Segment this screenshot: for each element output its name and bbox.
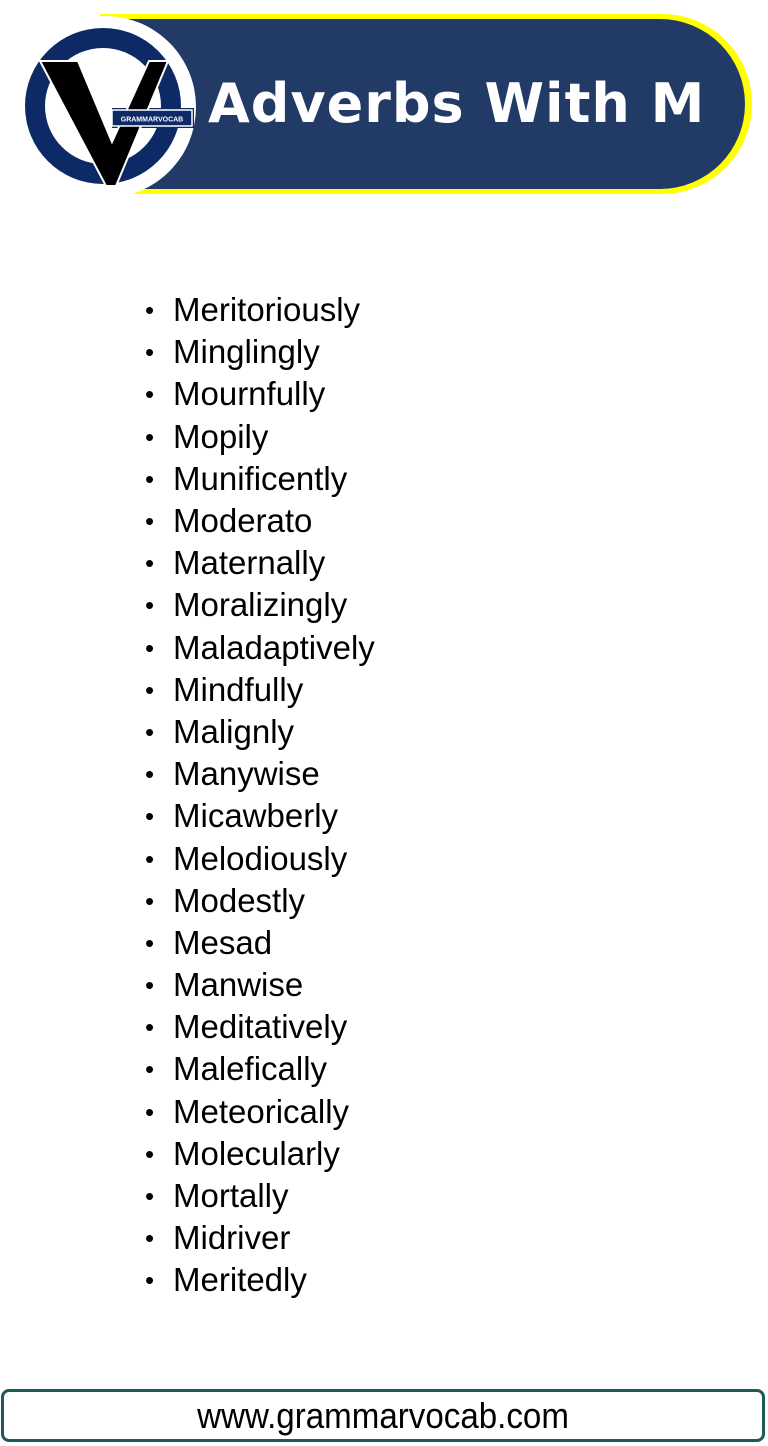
bullet-icon: • [145,927,155,958]
list-item-text: Maternally [173,544,326,582]
list-item-text: Meritoriously [173,291,361,329]
list-item-text: Mournfully [173,375,326,413]
bullet-icon: • [145,1265,155,1296]
website-url[interactable]: www.grammarvocab.com [197,1393,569,1439]
bullet-icon: • [145,674,155,705]
list-item-text: Moralizingly [173,586,348,624]
bullet-icon: • [145,1181,155,1212]
list-item: • Meritoriously [142,289,375,331]
list-item-text: Malefically [173,1050,328,1088]
list-item: • Moderato [142,500,375,542]
list-item-text: Melodiously [173,839,348,877]
bullet-icon: • [145,548,155,579]
list-item: • Maladaptively [142,627,375,669]
list-item: • Mournfully [142,373,375,415]
bullet-icon: • [145,759,155,790]
list-item: • Munificently [142,458,375,500]
bullet-icon: • [145,843,155,874]
page-title: Adverbs With M [208,72,706,135]
bullet-icon: • [145,1054,155,1085]
list-item-text: Meritedly [173,1261,307,1299]
list-item: • Meritedly [142,1259,375,1301]
list-item-text: Meteorically [173,1092,350,1130]
list-item-text: Mindfully [173,670,304,708]
list-item: • Malignly [142,711,375,753]
list-item-text: Manwise [173,966,304,1004]
list-item: • Mortally [142,1175,375,1217]
list-item-text: Minglingly [173,333,320,371]
list-item-text: Molecularly [173,1134,340,1172]
list-item-text: Midriver [173,1219,291,1257]
bullet-icon: • [145,1223,155,1254]
list-item-text: Micawberly [173,797,339,835]
list-item-text: Manywise [173,755,320,793]
bullet-icon: • [145,506,155,537]
list-item-text: Mesad [173,923,273,961]
list-item: • Mopily [142,416,375,458]
bullet-icon: • [145,421,155,452]
logo-text: GRAMMARVOCAB [121,117,183,124]
list-item-text: Mopily [173,417,269,455]
list-item: • Meteorically [142,1091,375,1133]
list-item-text: Munificently [173,459,348,497]
list-item: • Moralizingly [142,584,375,626]
grammarvocab-logo-icon: GRAMMARVOCAB [14,16,196,198]
list-item: • Midriver [142,1217,375,1259]
bullet-icon: • [145,379,155,410]
footer-url-box: www.grammarvocab.com [1,1389,765,1442]
bullet-icon: • [145,337,155,368]
list-item: • Mesad [142,922,375,964]
list-item-text: Mortally [173,1177,289,1215]
bullet-icon: • [145,801,155,832]
bullet-icon: • [145,1012,155,1043]
adverb-list: • Meritoriously • Minglingly • Mournfully • Mop… [142,289,375,1302]
list-item: • Manywise [142,753,375,795]
bullet-icon: • [145,885,155,916]
list-item-text: Maladaptively [173,628,375,666]
bullet-icon: • [145,632,155,663]
list-item-text: Meditatively [173,1008,348,1046]
list-item: • Micawberly [142,795,375,837]
bullet-icon: • [145,463,155,494]
bullet-icon: • [145,970,155,1001]
bullet-icon: • [145,590,155,621]
list-item: • Melodiously [142,837,375,879]
list-item: • Molecularly [142,1133,375,1175]
list-item-text: Moderato [173,502,313,540]
bullet-icon: • [145,1096,155,1127]
list-item-text: Malignly [173,712,295,750]
list-item: • Manwise [142,964,375,1006]
list-item-text: Modestly [173,881,306,919]
list-item: • Modestly [142,880,375,922]
list-item: • Meditatively [142,1006,375,1048]
list-item: • Minglingly [142,331,375,373]
bullet-icon: • [145,1138,155,1169]
list-item: • Maternally [142,542,375,584]
bullet-icon: • [145,716,155,747]
list-item: • Malefically [142,1048,375,1090]
list-item: • Mindfully [142,669,375,711]
bullet-icon: • [145,295,155,326]
